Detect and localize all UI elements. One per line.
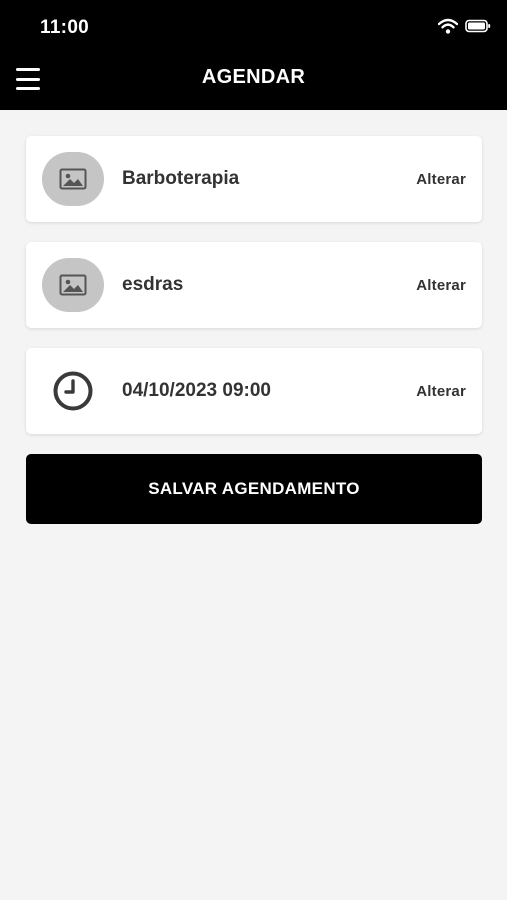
app-header: 11:00 AGENDAR — [0, 0, 507, 110]
clock-icon-wrapper — [52, 370, 94, 412]
main-content: Barboterapia Alterar esdras Alterar 04/1… — [26, 136, 482, 524]
service-card[interactable]: Barboterapia Alterar — [26, 136, 482, 222]
professional-card[interactable]: esdras Alterar — [26, 242, 482, 328]
save-appointment-button[interactable]: SALVAR AGENDAMENTO — [26, 454, 482, 524]
wifi-icon — [438, 18, 458, 34]
image-icon — [59, 168, 87, 190]
change-service-link[interactable]: Alterar — [416, 171, 466, 188]
page-title: AGENDAR — [201, 66, 306, 88]
image-icon — [59, 274, 87, 296]
datetime-card[interactable]: 04/10/2023 09:00 Alterar — [26, 348, 482, 434]
status-time: 11:00 — [40, 17, 90, 38]
battery-icon — [465, 19, 491, 33]
clock-icon — [53, 371, 93, 411]
change-datetime-link[interactable]: Alterar — [416, 383, 466, 400]
service-name: Barboterapia — [122, 168, 240, 189]
professional-name: esdras — [122, 274, 184, 295]
professional-image-placeholder — [42, 258, 104, 312]
status-icons — [438, 18, 491, 34]
change-professional-link[interactable]: Alterar — [416, 277, 466, 294]
appointment-datetime: 04/10/2023 09:00 — [122, 380, 271, 401]
service-image-placeholder — [42, 152, 104, 206]
